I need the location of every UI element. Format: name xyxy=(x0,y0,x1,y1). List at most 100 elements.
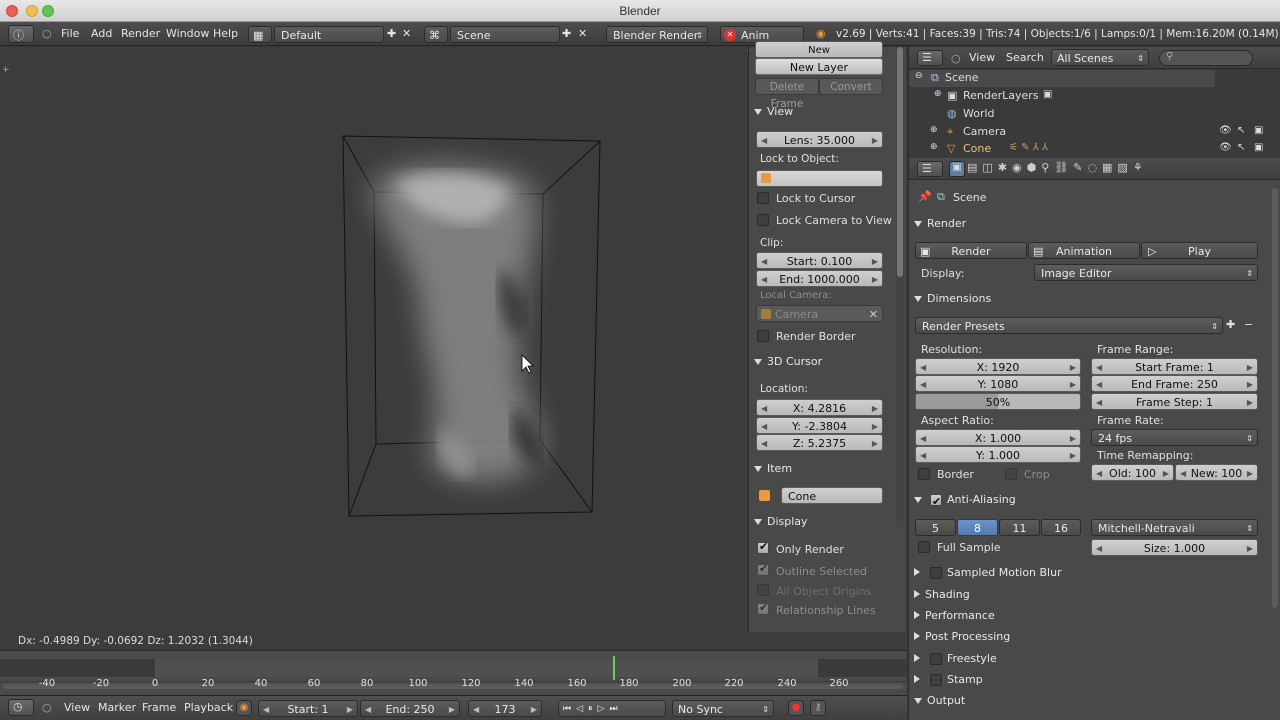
npanel-scrollbar[interactable] xyxy=(896,47,904,527)
start-frame-field[interactable]: ◀ Start: 1 ▶ xyxy=(258,700,358,717)
pause-icon[interactable]: ⏸ xyxy=(588,704,598,714)
render-engine-dropdown[interactable]: Blender Render ⇕ xyxy=(606,26,708,43)
lock-object-field[interactable] xyxy=(756,170,883,187)
properties-editor-type-button[interactable]: ☰ xyxy=(917,161,943,177)
timeline-menu-marker[interactable]: Marker xyxy=(98,700,136,716)
timeline-scrollbar[interactable] xyxy=(0,681,907,689)
outliner-row-cone[interactable]: ⊕ ▽ Cone ⚟ ✎ ⅄ ⅄ 👁 ↖ ▣ xyxy=(909,142,1280,157)
aa-samples-11[interactable]: 11 xyxy=(999,519,1040,536)
render-border-checkbox[interactable] xyxy=(757,330,769,342)
jump-keyframe-forward-icon[interactable]: ▷ xyxy=(598,704,610,714)
3d-viewport[interactable]: + xyxy=(0,47,747,632)
freestyle-checkbox[interactable] xyxy=(930,653,942,665)
collapse-icon[interactable]: ○ xyxy=(42,26,52,42)
jump-start-icon[interactable]: ⏮ xyxy=(563,704,576,714)
3d-cursor-panel-header[interactable]: 3D Cursor xyxy=(754,353,822,371)
timeline-menu-view[interactable]: View xyxy=(64,700,90,716)
current-frame-field[interactable]: ◀ 173 ▶ xyxy=(468,700,542,717)
timeline-menu-frame[interactable]: Frame xyxy=(142,700,176,716)
cursor-y-field[interactable]: ◀ Y: -2.3804 ▶ xyxy=(756,417,883,434)
local-camera-field[interactable]: Camera ✕ xyxy=(756,305,883,322)
delete-frame-button[interactable]: Delete Frame xyxy=(755,78,819,110)
new-layer-button[interactable]: New Layer xyxy=(755,58,883,75)
record-icon[interactable]: ● xyxy=(788,700,804,716)
time-remap-new-field[interactable]: ◀ New: 100 ▶ xyxy=(1175,464,1258,481)
filter-size-field[interactable]: ◀ Size: 1.000 ▶ xyxy=(1091,539,1258,556)
relationship-lines-checkbox[interactable] xyxy=(757,601,769,615)
menu-add[interactable]: Add xyxy=(91,26,112,42)
properties-scrollbar[interactable] xyxy=(1272,188,1278,608)
all-object-origins-checkbox[interactable] xyxy=(757,584,769,596)
stamp-panel-header[interactable]: Stamp xyxy=(914,670,1266,690)
view-panel-header[interactable]: View xyxy=(754,103,793,121)
context-tabs[interactable]: ▤◫✱◉⬢⚲⛓✎◌▦▨⚘ xyxy=(967,161,1148,174)
layout-name-field[interactable]: Default xyxy=(274,26,384,43)
collapse-icon[interactable]: ○ xyxy=(42,700,52,716)
sync-mode-dropdown[interactable]: No Sync ⇕ xyxy=(672,700,774,717)
post-processing-panel-header[interactable]: Post Processing xyxy=(914,627,1266,647)
lens-field[interactable]: ◀ Lens: 35.000 ▶ xyxy=(756,131,883,148)
aa-filter-dropdown[interactable]: Mitchell-Netravali ⇕ xyxy=(1091,519,1258,536)
start-frame-field[interactable]: ◀ Start Frame: 1 ▶ xyxy=(1091,358,1258,375)
time-remap-old-field[interactable]: ◀ Old: 100 ▶ xyxy=(1091,464,1174,481)
performance-panel-header[interactable]: Performance xyxy=(914,606,1266,626)
playback-controls[interactable]: ⏮◁⏸▷⏭ xyxy=(558,700,666,717)
aa-samples-5[interactable]: 5 xyxy=(915,519,956,536)
keying-set-icon[interactable]: ⚷ xyxy=(810,700,826,716)
render-presets-dropdown[interactable]: Render Presets ⇕ xyxy=(915,317,1223,334)
menu-help[interactable]: Help xyxy=(213,26,238,42)
new-button[interactable]: New xyxy=(755,41,883,58)
outliner-row-renderlayers[interactable]: ⊕ ▣ RenderLayers ▣ xyxy=(909,88,1215,105)
outliner-search-input[interactable]: ⚲ xyxy=(1159,50,1253,66)
dimensions-panel-header[interactable]: Dimensions xyxy=(914,289,1266,309)
resolution-y-field[interactable]: ◀ Y: 1080 ▶ xyxy=(915,375,1081,392)
aa-samples-16[interactable]: 16 xyxy=(1041,519,1081,536)
menu-render[interactable]: Render xyxy=(121,26,160,42)
select-cursor-icon[interactable]: ↖ xyxy=(1237,125,1245,136)
menu-window[interactable]: Window xyxy=(166,26,209,42)
scene-name-field[interactable]: Scene xyxy=(450,26,560,43)
timeline-menu-playback[interactable]: Playback xyxy=(184,700,233,716)
frame-rate-dropdown[interactable]: 24 fps ⇕ xyxy=(1091,429,1258,446)
clear-icon[interactable]: ✕ xyxy=(869,306,878,323)
sampled-motion-blur-panel-header[interactable]: Sampled Motion Blur xyxy=(914,563,1266,583)
expand-icon[interactable]: ⊕ xyxy=(934,89,942,99)
full-sample-checkbox[interactable] xyxy=(918,541,930,553)
border-checkbox[interactable] xyxy=(918,468,930,480)
add-layout-icon[interactable]: ✚ xyxy=(387,26,396,42)
render-camera-icon[interactable]: ▣ xyxy=(1254,125,1263,136)
outline-selected-checkbox[interactable] xyxy=(757,562,769,576)
add-scene-icon[interactable]: ✚ xyxy=(562,26,571,42)
animation-button[interactable]: ▤ Animation xyxy=(1028,242,1140,259)
scene-selector-icon[interactable]: ⌘ xyxy=(424,26,448,43)
layout-selector-icon[interactable]: ▦ xyxy=(248,26,272,43)
remove-scene-icon[interactable]: ✕ xyxy=(578,26,587,42)
outliner-editor-type-button[interactable]: ☰ xyxy=(917,50,943,66)
outliner-row-world[interactable]: ◍ World xyxy=(909,106,1215,123)
render-context-tab[interactable]: ▣ xyxy=(949,161,965,177)
display-panel-header[interactable]: Display xyxy=(754,513,808,531)
stamp-checkbox[interactable] xyxy=(930,674,942,686)
outliner-display-mode-dropdown[interactable]: All Scenes ⇕ xyxy=(1051,49,1149,66)
lock-camera-checkbox[interactable] xyxy=(757,214,769,226)
preview-range-toggle-icon[interactable]: ◉ xyxy=(236,700,252,716)
item-panel-header[interactable]: Item xyxy=(754,460,792,478)
object-name-field[interactable]: Cone xyxy=(781,487,883,504)
outliner-row-camera[interactable]: ⊕ ⌖ Camera 👁 ↖ ▣ xyxy=(909,124,1280,141)
expand-icon[interactable]: ⊕ xyxy=(930,142,938,152)
resolution-percentage-slider[interactable]: 50% xyxy=(915,393,1081,410)
convert-button[interactable]: Convert xyxy=(819,78,883,95)
visibility-eye-icon[interactable]: 👁 xyxy=(1219,125,1232,136)
remove-layout-icon[interactable]: ✕ xyxy=(402,26,411,42)
cursor-x-field[interactable]: ◀ X: 4.2816 ▶ xyxy=(756,399,883,416)
resolution-x-field[interactable]: ◀ X: 1920 ▶ xyxy=(915,358,1081,375)
editor-type-button[interactable]: ⓘ xyxy=(8,25,34,43)
clip-end-field[interactable]: ◀ End: 1000.000 ▶ xyxy=(756,270,883,287)
cursor-z-field[interactable]: ◀ Z: 5.2375 ▶ xyxy=(756,434,883,451)
aa-samples-8[interactable]: 8 xyxy=(957,519,998,536)
current-frame-indicator[interactable] xyxy=(613,656,615,680)
pin-icon[interactable]: 📌 xyxy=(918,190,932,203)
outliner-menu-search[interactable]: Search xyxy=(1006,50,1044,66)
play-button[interactable]: ▷ Play xyxy=(1141,242,1258,259)
visibility-eye-icon[interactable]: 👁 xyxy=(1219,142,1232,153)
